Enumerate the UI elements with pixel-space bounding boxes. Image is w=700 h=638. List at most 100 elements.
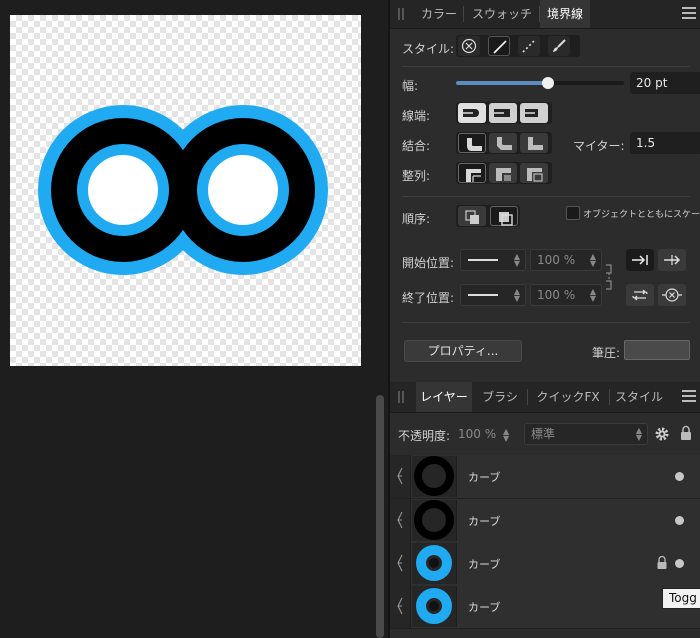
start-scale-value: 100 % [537, 253, 576, 267]
remove-arrows-icon [662, 288, 682, 302]
width-slider-thumb[interactable] [542, 77, 554, 89]
align-center-button[interactable] [458, 163, 486, 183]
layer-expander[interactable] [390, 499, 411, 542]
layer-thumbnail [412, 500, 457, 541]
opacity-value[interactable]: 100 % [458, 427, 496, 441]
panel-grip-icon[interactable] [398, 8, 404, 20]
align-inside-button[interactable] [489, 163, 517, 183]
tab-stroke[interactable]: 境界線 [540, 0, 590, 28]
layer-name: カーブ [468, 558, 501, 571]
miter-value-field[interactable]: 1.5 [630, 132, 700, 154]
stepper-chevron-icon[interactable]: ▲ ▼ [503, 428, 509, 443]
pressure-label: 筆圧: [592, 346, 621, 360]
tab-color[interactable]: カラー [416, 0, 462, 28]
tab-quick-fx[interactable]: クイックFX [528, 382, 608, 412]
butt-cap-button[interactable] [520, 103, 548, 123]
no-stroke-button[interactable] [458, 36, 480, 56]
end-scale-field[interactable]: 100 % ▲ ▼ [530, 284, 602, 306]
round-cap-button[interactable] [458, 103, 486, 123]
butt-cap-icon [525, 109, 538, 117]
visibility-dot-icon[interactable] [675, 516, 684, 525]
tab-styles[interactable]: スタイル [610, 382, 668, 412]
tab-layers[interactable]: レイヤー [416, 382, 472, 412]
align-outside-icon [527, 168, 543, 182]
vertical-scrollbar[interactable] [376, 395, 384, 638]
align-label: 整列: [402, 169, 431, 183]
stepper-chevron-icon: ▲ ▼ [513, 287, 520, 303]
artboard[interactable] [10, 15, 361, 366]
start-scale-field[interactable]: 100 % ▲ ▼ [530, 249, 602, 271]
pressure-graph-button[interactable] [624, 340, 690, 360]
scale-with-object-checkbox[interactable] [566, 206, 580, 220]
gear-icon[interactable] [654, 426, 670, 442]
solid-line-button[interactable] [488, 36, 510, 56]
end-scale-value: 100 % [537, 288, 576, 302]
swap-arrows-icon [632, 289, 648, 301]
dashed-line-button[interactable] [518, 36, 540, 56]
square-cap-icon [494, 109, 510, 117]
tab-swatches[interactable]: スウォッチ [466, 0, 538, 28]
stroke-front-icon [499, 212, 513, 226]
tab-brushes[interactable]: ブラシ [474, 382, 526, 412]
start-label: 開始位置: [402, 256, 455, 270]
blend-mode-value: 標準 [531, 427, 556, 441]
end-label: 終了位置: [402, 291, 455, 305]
canvas-area[interactable] [0, 0, 388, 638]
lock-icon[interactable] [679, 425, 693, 441]
stroke-behind-button[interactable] [458, 206, 486, 226]
layer-type-icon [397, 554, 403, 572]
align-center-icon [466, 169, 481, 182]
layer-lock-icon[interactable] [656, 555, 668, 570]
panel-grip-icon[interactable] [398, 391, 404, 403]
arrow-inside-button[interactable] [626, 249, 654, 271]
layer-row[interactable]: カーブ [390, 499, 700, 543]
round-join-button[interactable] [458, 133, 486, 153]
properties-button[interactable]: プロパティ... [404, 340, 522, 362]
layer-name: カーブ [468, 601, 501, 614]
arrow-outside-button[interactable] [658, 249, 686, 271]
layer-thumbnail [412, 456, 457, 497]
dashed-line-icon [522, 39, 536, 53]
layer-expander[interactable] [390, 585, 411, 628]
brush-stroke-button[interactable] [548, 36, 570, 56]
layer-thumbnail [412, 586, 457, 627]
link-icon[interactable] [604, 262, 616, 292]
round-join-icon [467, 138, 482, 151]
width-value-field[interactable]: 20 pt [630, 72, 700, 94]
arrow-inside-icon [632, 255, 648, 265]
width-slider[interactable] [456, 76, 624, 90]
style-label: スタイル: [402, 42, 455, 56]
layer-expander[interactable] [390, 542, 411, 585]
stepper-chevron-icon: ▲ ▼ [635, 426, 642, 442]
studio-tabbar-bottom: レイヤー ブラシ クイックFX スタイル [390, 382, 700, 413]
visibility-dot-icon[interactable] [675, 559, 684, 568]
miter-label: マイター: [573, 139, 625, 153]
cap-label: 線端: [402, 109, 431, 123]
blend-mode-dropdown[interactable]: 標準 ▲ ▼ [524, 423, 648, 445]
visibility-dot-icon[interactable] [675, 472, 684, 481]
infinity-artwork[interactable] [10, 15, 361, 366]
layer-expander[interactable] [390, 455, 411, 498]
remove-arrows-button[interactable] [658, 284, 686, 306]
brush-icon [553, 39, 566, 52]
scale-with-object-label: オブジェクトとともにスケーリング [583, 210, 700, 220]
end-arrowhead-dropdown[interactable]: ▲ ▼ [460, 284, 526, 306]
start-arrowhead-dropdown[interactable]: ▲ ▼ [460, 249, 526, 271]
layer-row[interactable]: カーブ [390, 455, 700, 499]
stroke-front-button[interactable] [490, 206, 518, 226]
panel-menu-icon[interactable] [682, 7, 696, 21]
align-outside-button[interactable] [520, 163, 548, 183]
tooltip: Togg [662, 588, 700, 609]
layer-type-icon [397, 511, 403, 529]
swap-arrows-button[interactable] [626, 284, 654, 306]
panel-menu-icon[interactable] [682, 390, 696, 404]
stroke-style-group [456, 35, 580, 57]
no-stroke-icon [461, 38, 477, 54]
miter-join-icon [528, 137, 543, 150]
layer-row[interactable]: カーブ [390, 542, 700, 586]
square-cap-button[interactable] [489, 103, 517, 123]
layer-type-icon [397, 597, 403, 615]
bevel-join-button[interactable] [489, 133, 517, 153]
miter-join-button[interactable] [520, 133, 548, 153]
layer-row[interactable]: カーブ [390, 585, 700, 629]
